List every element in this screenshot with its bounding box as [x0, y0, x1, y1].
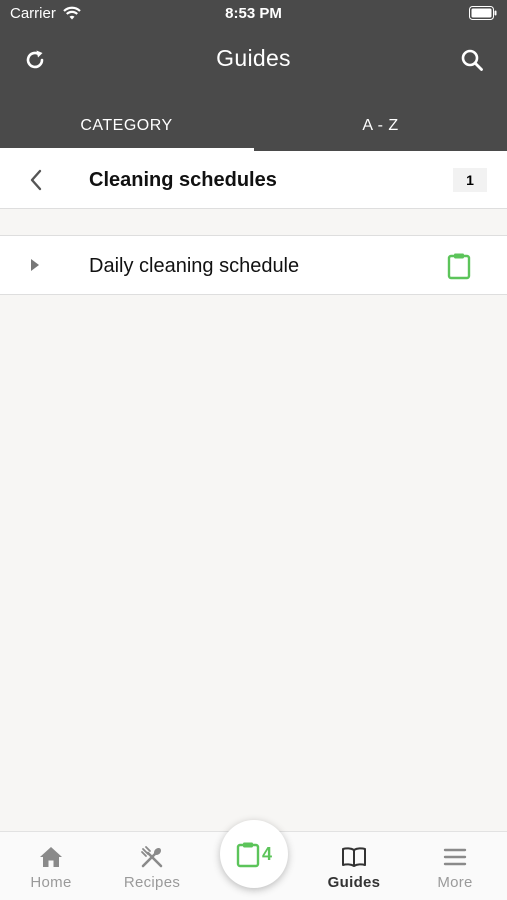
status-bar: Carrier 8:53 PM: [0, 0, 507, 28]
category-title: Cleaning schedules: [89, 169, 277, 191]
header-bar: Carrier 8:53 PM Guides CATEGORY A - Z: [0, 0, 507, 151]
count-badge: 1: [453, 168, 487, 192]
utensils-icon: [141, 846, 163, 868]
search-icon: [461, 49, 483, 71]
nav-more[interactable]: More: [405, 832, 505, 900]
book-icon: [342, 847, 366, 867]
category-header: Cleaning schedules 1: [0, 151, 507, 209]
tab-category[interactable]: CATEGORY: [0, 100, 253, 151]
home-icon: [40, 847, 62, 867]
menu-icon: [443, 848, 467, 866]
battery-icon: [469, 6, 497, 20]
nav-recipes[interactable]: Recipes: [102, 832, 202, 900]
expand-arrow-icon[interactable]: [27, 256, 43, 274]
status-time: 8:53 PM: [225, 5, 282, 22]
page-title: Guides: [216, 45, 291, 71]
list-item-label: Daily cleaning schedule: [89, 255, 300, 277]
nav-guides-label: Guides: [327, 874, 381, 891]
back-button[interactable]: [20, 164, 52, 196]
tab-a-z[interactable]: A - Z: [254, 100, 507, 151]
clipboard-icon: [236, 842, 260, 867]
chevron-left-icon: [30, 169, 42, 191]
search-button[interactable]: [454, 42, 490, 78]
fab-count: 4: [261, 843, 272, 864]
tab-bar: CATEGORY A - Z: [0, 100, 507, 151]
nav-home[interactable]: Home: [1, 832, 101, 900]
clipboard-icon[interactable]: [446, 252, 472, 280]
tasks-fab[interactable]: 4: [220, 820, 288, 888]
nav-guides[interactable]: Guides: [304, 832, 404, 900]
list-item[interactable]: Daily cleaning schedule: [0, 235, 507, 295]
nav-bar: Guides: [0, 30, 507, 86]
nav-more-label: More: [437, 874, 473, 891]
nav-recipes-label: Recipes: [123, 874, 181, 891]
nav-home-label: Home: [30, 874, 72, 891]
